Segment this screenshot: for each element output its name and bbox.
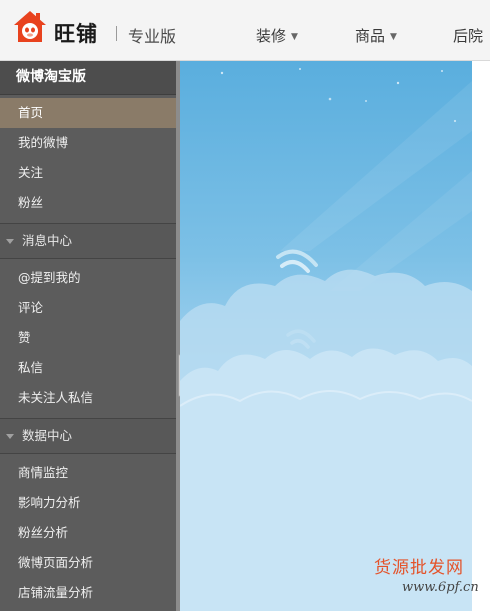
wangpu-logo-icon xyxy=(14,11,46,42)
collapse-triangle-icon xyxy=(6,239,14,244)
sidebar-title: 微博淘宝版 xyxy=(0,61,176,95)
sidebar-item-private-messages[interactable]: 私信 xyxy=(0,353,176,383)
brand-name: 旺铺 xyxy=(54,22,98,46)
sidebar-item-home[interactable]: 首页 xyxy=(0,98,176,128)
nav-decorate-label: 装修 xyxy=(256,27,287,45)
sidebar-item-traffic-analysis[interactable]: 店铺流量分析 xyxy=(0,578,176,608)
nav-backyard[interactable]: 后院 xyxy=(453,25,483,46)
caret-down-icon: ▼ xyxy=(291,32,298,42)
sidebar-item-my-weibo[interactable]: 我的微博 xyxy=(0,128,176,158)
caret-down-icon: ▼ xyxy=(390,32,397,42)
watermark-url: www.6pf.cn xyxy=(402,580,479,595)
right-blank-strip xyxy=(472,61,490,611)
sidebar-item-comments[interactable]: 评论 xyxy=(0,293,176,323)
sidebar-item-fans[interactable]: 粉丝 xyxy=(0,188,176,218)
nav-decorate[interactable]: 装修 ▼ xyxy=(256,25,298,46)
nav-backyard-label: 后院 xyxy=(453,27,484,45)
watermark-text: 货源批发网 xyxy=(374,558,464,578)
sidebar: 微博淘宝版 首页 我的微博 关注 粉丝 消息中心 @提到我的 评论 赞 私信 未… xyxy=(0,61,176,611)
sidebar-item-mentions[interactable]: @提到我的 xyxy=(0,263,176,293)
main-content-background xyxy=(180,61,472,611)
sidebar-item-page-analysis[interactable]: 微博页面分析 xyxy=(0,548,176,578)
nav-products-label: 商品 xyxy=(355,27,386,45)
sidebar-item-fans-analysis[interactable]: 粉丝分析 xyxy=(0,518,176,548)
sky-clouds-illustration xyxy=(180,68,472,611)
brand-divider xyxy=(116,26,117,41)
sidebar-item-likes[interactable]: 赞 xyxy=(0,323,176,353)
sidebar-item-market-monitor[interactable]: 商情监控 xyxy=(0,458,176,488)
nav-products[interactable]: 商品 ▼ xyxy=(355,25,397,46)
collapse-triangle-icon xyxy=(6,434,14,439)
sidebar-item-stranger-messages[interactable]: 未关注人私信 xyxy=(0,383,176,413)
sidebar-group-label: 数据中心 xyxy=(22,428,73,443)
edition-label: 专业版 xyxy=(128,27,177,46)
sidebar-group-label: 消息中心 xyxy=(22,233,73,248)
sidebar-group-data[interactable]: 数据中心 xyxy=(0,418,176,454)
sidebar-item-following[interactable]: 关注 xyxy=(0,158,176,188)
sidebar-group-messages[interactable]: 消息中心 xyxy=(0,223,176,259)
top-bar: 旺铺 专业版 装修 ▼ 商品 ▼ 后院 xyxy=(0,0,490,61)
sidebar-item-influence-analysis[interactable]: 影响力分析 xyxy=(0,488,176,518)
